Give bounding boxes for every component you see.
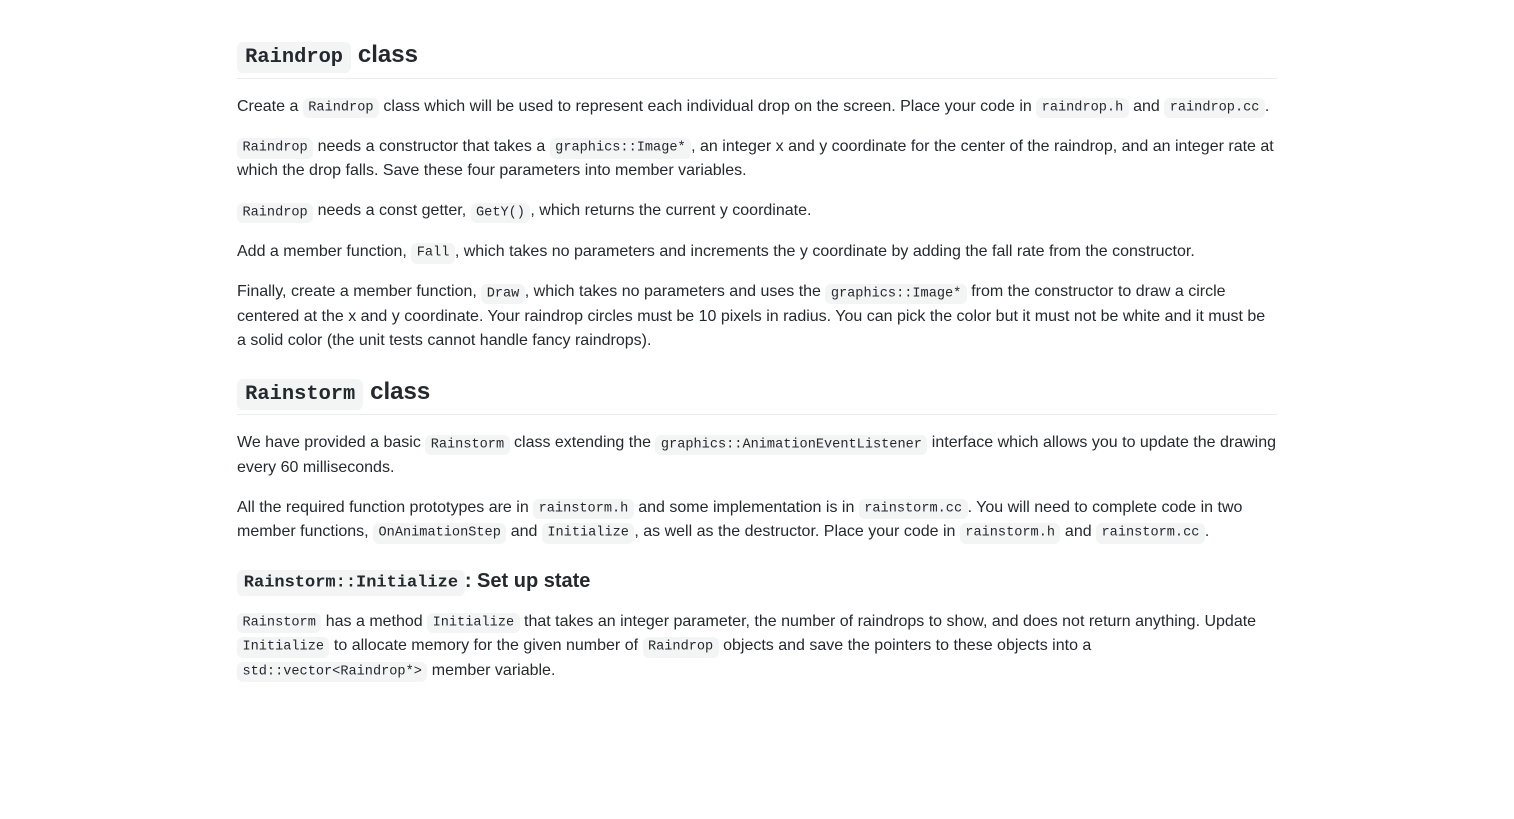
inline-code: raindrop.cc xyxy=(1164,98,1265,118)
raindrop-heading-suffix: class xyxy=(351,41,418,68)
paragraph: Rainstorm has a method Initialize that t… xyxy=(237,610,1277,683)
inline-code: rainstorm.h xyxy=(533,499,634,519)
inline-code: Rainstorm xyxy=(425,435,509,455)
paragraph: We have provided a basic Rainstorm class… xyxy=(237,431,1277,479)
paragraph: Create a Raindrop class which will be us… xyxy=(237,95,1277,119)
inline-code: Raindrop xyxy=(643,637,719,657)
inline-code: Initialize xyxy=(542,523,634,543)
initialize-heading-code: Rainstorm::Initialize xyxy=(237,570,465,596)
rainstorm-class-heading: Rainstorm class xyxy=(237,377,1277,416)
inline-code: OnAnimationStep xyxy=(373,523,506,543)
inline-code: rainstorm.cc xyxy=(1096,523,1205,543)
inline-code: Rainstorm xyxy=(237,613,321,633)
paragraph: All the required function prototypes are… xyxy=(237,496,1277,545)
inline-code: graphics::Image* xyxy=(550,138,691,158)
inline-code: graphics::Image* xyxy=(825,284,966,304)
inline-code: GetY() xyxy=(471,203,531,223)
inline-code: rainstorm.cc xyxy=(859,499,968,519)
raindrop-heading-code: Raindrop xyxy=(237,42,351,73)
inline-code: Raindrop xyxy=(237,138,313,158)
inline-code: graphics::AnimationEventListener xyxy=(655,435,927,455)
inline-code: rainstorm.h xyxy=(960,523,1061,543)
initialize-heading-suffix: : Set up state xyxy=(465,570,591,592)
paragraph: Finally, create a member function, Draw,… xyxy=(237,280,1277,352)
inline-code: Fall xyxy=(411,243,455,263)
inline-code: Initialize xyxy=(237,637,329,657)
inline-code: Draw xyxy=(481,284,525,304)
rainstorm-heading-suffix: class xyxy=(363,378,430,405)
paragraph: Raindrop needs a constructor that takes … xyxy=(237,135,1277,183)
readme-content: Raindrop class Create a Raindrop class w… xyxy=(117,0,1397,715)
inline-code: raindrop.h xyxy=(1036,98,1128,118)
rainstorm-initialize-heading: Rainstorm::Initialize: Set up state xyxy=(237,569,1277,594)
inline-code: Raindrop xyxy=(303,98,379,118)
rainstorm-heading-code: Rainstorm xyxy=(237,379,363,410)
raindrop-class-heading: Raindrop class xyxy=(237,40,1277,79)
inline-code: Initialize xyxy=(427,613,519,633)
paragraph: Raindrop needs a const getter, GetY(), w… xyxy=(237,199,1277,223)
paragraph: Add a member function, Fall, which takes… xyxy=(237,240,1277,264)
inline-code: std::vector<Raindrop*> xyxy=(237,662,427,682)
inline-code: Raindrop xyxy=(237,203,313,223)
